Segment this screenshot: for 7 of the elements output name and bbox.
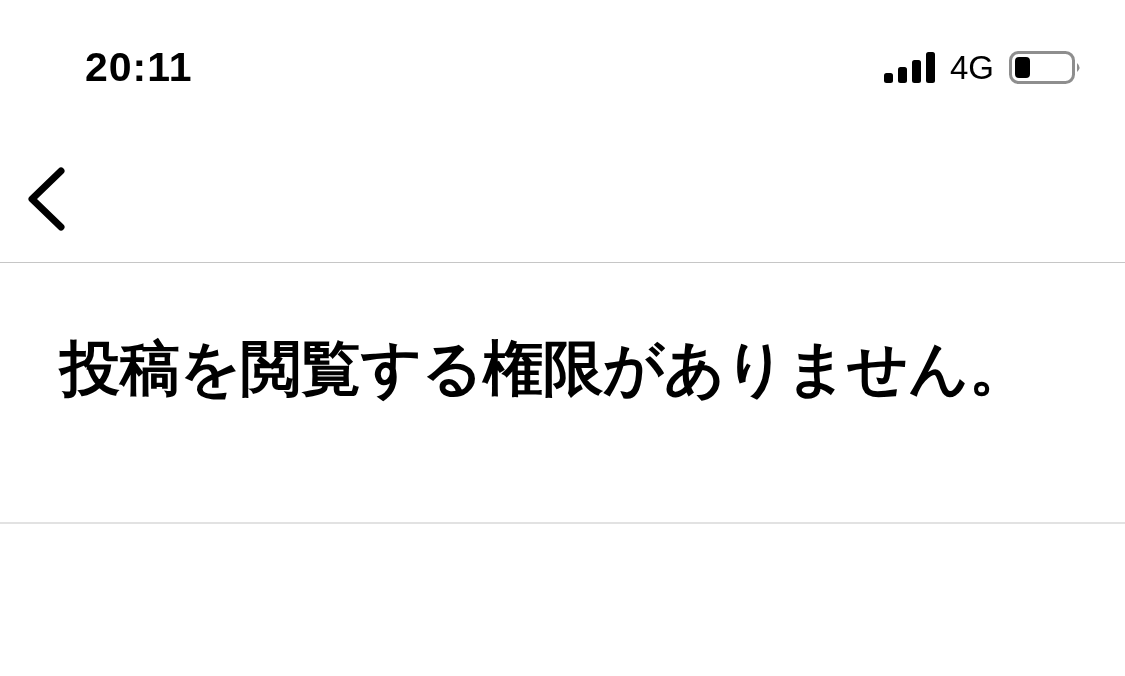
- battery-icon: [1009, 51, 1082, 84]
- permission-message: 投稿を閲覧する権限がありません。: [60, 339, 1029, 399]
- signal-icon: [883, 52, 935, 83]
- back-button[interactable]: [26, 166, 66, 231]
- status-time: 20:11: [85, 47, 193, 88]
- back-chevron-icon: [27, 166, 65, 231]
- network-type: 4G: [949, 51, 994, 84]
